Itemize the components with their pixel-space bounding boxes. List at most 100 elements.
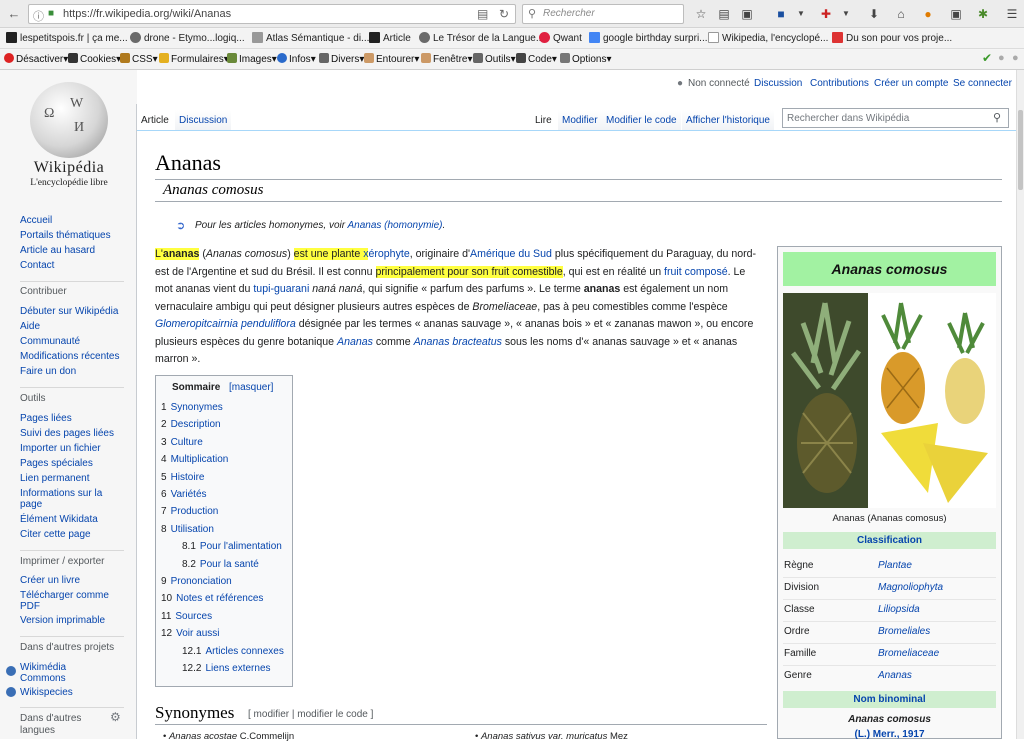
addon-color-icon[interactable]: ● — [920, 6, 936, 22]
tab-modifier[interactable]: Modifier — [558, 110, 602, 130]
toc-item[interactable]: 10 Notes et références — [161, 593, 263, 604]
toc-label[interactable]: Articles connexes — [205, 646, 283, 657]
reload-icon[interactable]: ↻ — [499, 7, 509, 21]
tab-discussion[interactable]: Discussion — [175, 110, 232, 130]
download-icon[interactable]: ⬇ — [866, 6, 882, 22]
webdev-info[interactable]: Infos▾ — [277, 53, 316, 65]
addon-red-icon[interactable]: ✚ — [818, 6, 834, 22]
tab-modifier-code[interactable]: Modifier le code — [602, 110, 681, 130]
taxonomy-value[interactable]: Bromeliales — [878, 626, 930, 637]
toc-label[interactable]: Pour l'alimentation — [200, 541, 282, 552]
toc-item[interactable]: 7 Production — [161, 506, 218, 517]
browser-search-box[interactable]: ⚲ Rechercher — [522, 4, 684, 24]
sidebar-item-modifications[interactable]: Modifications récentes — [20, 351, 120, 362]
toc-label[interactable]: Sources — [175, 611, 212, 622]
toc-item[interactable]: 8.1 Pour l'alimentation — [182, 541, 282, 552]
scrollbar[interactable] — [1016, 70, 1024, 739]
toc-label[interactable]: Multiplication — [171, 454, 229, 465]
circle-icon[interactable]: ● — [1012, 52, 1019, 64]
sidebar-item-citer[interactable]: Citer cette page — [20, 529, 91, 540]
link-fruit-compose[interactable]: fruit composé — [664, 266, 728, 278]
taxonomy-value[interactable]: Plantae — [878, 560, 912, 571]
toc-label[interactable]: Pour la santé — [200, 559, 259, 570]
link-xerophyte[interactable]: érophyte — [368, 248, 409, 260]
sidebar-item-don[interactable]: Faire un don — [20, 366, 76, 377]
sidebar-item-speciales[interactable]: Pages spéciales — [20, 458, 93, 469]
addon-green-icon[interactable]: ✱ — [975, 6, 991, 22]
bookmark-item[interactable]: google birthday surpri... — [589, 32, 708, 44]
home-icon[interactable]: ⌂ — [893, 6, 909, 22]
check-icon[interactable]: ✔ — [982, 51, 992, 65]
chevron-down-icon[interactable]: ▼ — [838, 6, 854, 22]
gear-icon[interactable]: ⚙ — [110, 710, 121, 724]
sidebar-item-pdf[interactable]: Télécharger comme — [20, 590, 109, 601]
user-link-create-account[interactable]: Créer un compte — [874, 78, 948, 89]
chevron-down-icon[interactable]: ▼ — [793, 6, 809, 22]
link-ananas-genre[interactable]: Ananas — [337, 336, 373, 348]
tab-article[interactable]: Article — [137, 110, 173, 130]
menu-icon[interactable]: ☰ — [1004, 6, 1020, 22]
webdev-misc[interactable]: Divers▾ — [319, 53, 364, 65]
section-edit-links[interactable]: [ modifier | modifier le code ] — [248, 709, 373, 720]
tab-lire[interactable]: Lire — [531, 110, 556, 130]
bookmark-star-icon[interactable]: ☆ — [693, 6, 709, 22]
toc-item[interactable]: 11 Sources — [161, 611, 212, 622]
link-glomeropitcairnia[interactable]: Glomeropitcairnia penduliflora — [155, 318, 296, 330]
toc-item[interactable]: 8.2 Pour la santé — [182, 559, 259, 570]
toc-item[interactable]: 12.1 Articles connexes — [182, 646, 284, 657]
toc-item[interactable]: 3 Culture — [161, 437, 203, 448]
search-icon[interactable]: ⚲ — [993, 111, 1001, 124]
bookmark-item[interactable]: Du son pour vos proje... — [832, 32, 952, 44]
bookmark-item[interactable]: Atlas Sémantique - di... — [252, 32, 369, 44]
sidebar-item-permanent[interactable]: Lien permanent — [20, 473, 90, 484]
webdev-disable[interactable]: Désactiver▾ — [4, 53, 68, 65]
bookmark-item[interactable]: Qwant — [539, 32, 582, 44]
toc-item[interactable]: 5 Histoire — [161, 472, 204, 483]
toc-item[interactable]: 1 Synonymes — [161, 402, 223, 413]
toc-item[interactable]: 6 Variétés — [161, 489, 207, 500]
scrollbar-thumb[interactable] — [1018, 110, 1023, 190]
toc-label[interactable]: Histoire — [171, 472, 205, 483]
webdev-cookies[interactable]: Cookies▾ — [68, 53, 121, 65]
toc-label[interactable]: Synonymes — [171, 402, 223, 413]
link-amerique-du-sud[interactable]: Amérique du Sud — [470, 248, 552, 260]
webdev-tools[interactable]: Outils▾ — [473, 53, 516, 65]
infobox-classification-header[interactable]: Classification — [783, 532, 996, 549]
taxonomy-value[interactable]: Liliopsida — [878, 604, 920, 615]
back-icon[interactable]: ← — [5, 5, 23, 23]
library-icon[interactable]: ▣ — [739, 6, 755, 22]
webdev-code[interactable]: Code▾ — [516, 53, 557, 65]
clipboard-icon[interactable]: ▤ — [716, 6, 732, 22]
info-icon[interactable]: ⓘ — [33, 8, 44, 24]
sidebar-item-commons[interactable]: Wikimédia — [20, 662, 66, 673]
bookmark-item[interactable]: drone - Etymo...logiq... — [130, 32, 245, 44]
taxonomy-value[interactable]: Magnoliophyta — [878, 582, 943, 593]
save-icon[interactable]: ■ — [773, 6, 789, 22]
sidebar-item-wikispecies[interactable]: Wikispecies — [20, 687, 73, 698]
toc-item[interactable]: 2 Description — [161, 419, 221, 430]
sidebar-item-commons-cont[interactable]: Commons — [20, 673, 66, 684]
toc-label[interactable]: Culture — [171, 437, 203, 448]
sidebar-item-suivi[interactable]: Suivi des pages liées — [20, 428, 114, 439]
taxonomy-value[interactable]: Bromeliaceae — [878, 648, 939, 659]
webdev-images[interactable]: Images▾ — [227, 53, 277, 65]
sidebar-item-accueil[interactable]: Accueil — [20, 215, 52, 226]
circle-icon[interactable]: ● — [998, 52, 1005, 64]
toc-label[interactable]: Utilisation — [171, 524, 214, 535]
bookmark-item[interactable]: Le Trésor de la Langue... — [419, 32, 544, 44]
toc-item[interactable]: 12.2 Liens externes — [182, 663, 271, 674]
infobox-image[interactable] — [783, 293, 996, 508]
toc-label[interactable]: Voir aussi — [176, 628, 219, 639]
webdev-css[interactable]: CSS▾ — [120, 53, 158, 65]
toc-item[interactable]: 12 Voir aussi — [161, 628, 219, 639]
infobox-binomial-header[interactable]: Nom binominal — [783, 691, 996, 708]
webdev-window[interactable]: Fenêtre▾ — [421, 53, 473, 65]
sidebar-item-debuter[interactable]: Débuter sur Wikipédia — [20, 306, 118, 317]
sidebar-item-communaute[interactable]: Communauté — [20, 336, 80, 347]
sidebar-item-contact[interactable]: Contact — [20, 260, 54, 271]
webdev-forms[interactable]: Formulaires▾ — [159, 53, 229, 65]
bookmark-item[interactable]: lespetitspois.fr | ça me... — [6, 32, 128, 44]
user-link-discussion[interactable]: Discussion — [754, 78, 802, 89]
toc-toggle[interactable]: [masquer] — [229, 382, 273, 393]
infobox-author[interactable]: (L.) Merr., 1917 — [777, 729, 1002, 740]
